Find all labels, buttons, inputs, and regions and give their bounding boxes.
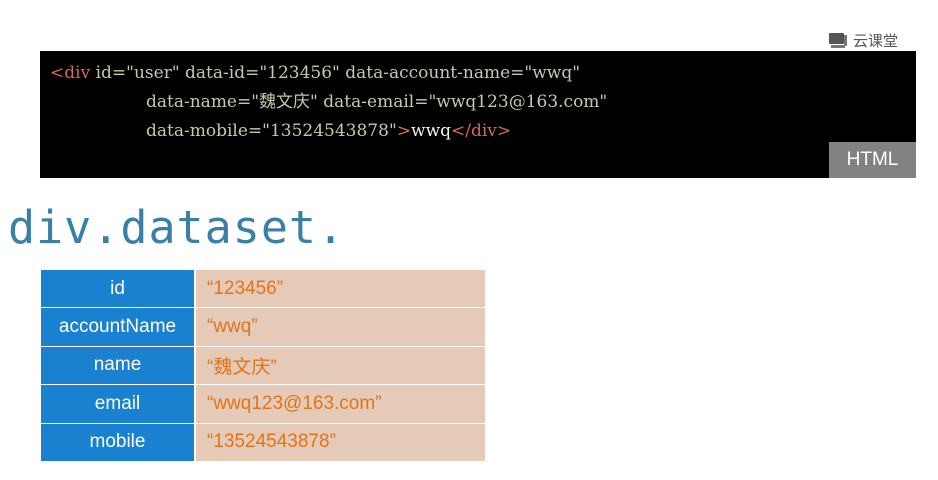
dataset-key: name [41,346,196,386]
code-gt: > [396,121,412,141]
dataset-value: “13524543878” [195,423,485,462]
dataset-table: id “123456” accountName “wwq” name “魏文庆”… [41,270,485,462]
dataset-expression: div.dataset. [8,201,346,254]
code-close-tag: </div> [451,121,512,141]
code-attrs-1: id="user" data-id="123456" data-account-… [90,63,581,83]
table-row: accountName “wwq” [41,307,485,347]
cloud-classroom-icon [829,33,847,48]
dataset-value: “wwq123@163.com” [195,384,485,424]
table-row: mobile “13524543878” [41,423,485,462]
code-open-tag: <div [50,63,91,83]
table-row: name “魏文庆” [41,346,485,386]
brand-name: 云课堂 [853,33,899,50]
code-attrs-3: data-mobile="13524543878" [146,121,397,141]
table-row: email “wwq123@163.com” [41,384,485,424]
dataset-key: email [41,384,196,424]
dataset-key: accountName [41,307,196,347]
code-line-3: data-mobile="13524543878">wwq</div> [146,120,511,142]
dataset-value: “123456” [195,270,485,309]
language-badge: HTML [829,142,916,178]
code-line-1: <div id="user" data-id="123456" data-acc… [50,62,580,84]
code-block: <div id="user" data-id="123456" data-acc… [40,51,916,178]
dataset-key: mobile [41,423,196,462]
table-row: id “123456” [41,270,485,309]
code-text-content: wwq [411,121,452,141]
code-line-2: data-name="魏文庆" data-email="wwq123@163.c… [146,91,607,113]
code-attrs-2: data-name="魏文庆" data-email="wwq123@163.c… [146,92,608,112]
dataset-value: “wwq” [195,307,485,347]
dataset-key: id [41,270,196,309]
dataset-value: “魏文庆” [195,346,485,386]
brand-logo: 云课堂 [828,30,898,51]
